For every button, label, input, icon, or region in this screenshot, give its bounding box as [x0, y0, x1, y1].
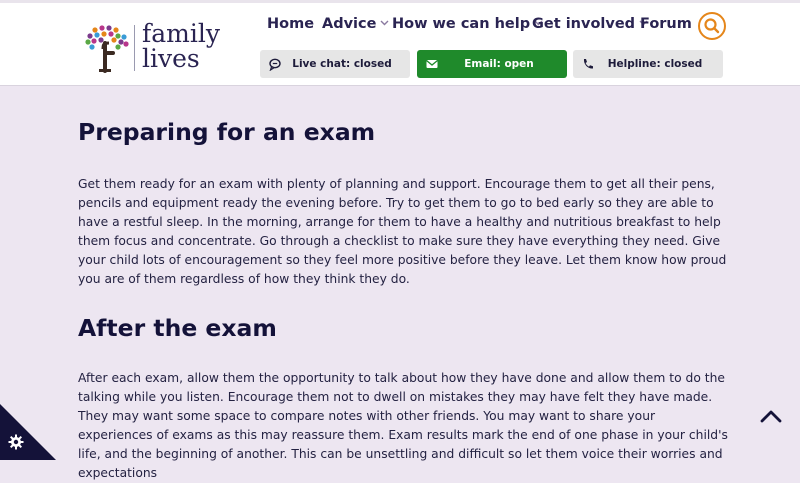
nav-how-we-can-help-label: How we can help — [392, 16, 531, 32]
nav-home[interactable]: Home — [267, 16, 314, 32]
nav-get-involved-label: Get involved — [532, 16, 636, 32]
tree-icon — [85, 25, 129, 73]
section-heading-after: After the exam — [78, 314, 277, 342]
nav-advice-label: Advice — [322, 16, 377, 32]
logo-text-lives: lives — [142, 44, 200, 73]
logo-divider — [134, 25, 135, 71]
family-lives-logo[interactable]: family lives — [82, 21, 232, 77]
live-chat-label: Live chat: closed — [292, 58, 392, 70]
nav-how-we-can-help[interactable]: How we can help — [392, 16, 543, 32]
logo-text-family: family — [142, 19, 220, 48]
gear-icon[interactable] — [8, 434, 24, 450]
phone-icon — [583, 59, 593, 69]
nav-home-label: Home — [267, 16, 315, 32]
cookie-settings-button[interactable] — [0, 404, 56, 460]
section-body-after: After each exam, allow them the opportun… — [78, 371, 728, 480]
nav-advice[interactable]: Advice — [322, 16, 389, 32]
chat-icon — [269, 58, 281, 71]
email-button[interactable]: Email: open — [417, 50, 567, 78]
section-body-preparing: Get them ready for an exam with plenty o… — [78, 177, 727, 286]
chevron-down-icon — [380, 20, 389, 26]
helpline-label: Helpline: closed — [607, 58, 703, 70]
search-icon — [704, 18, 720, 34]
nav-forum[interactable]: Forum — [640, 16, 692, 32]
nav-get-involved[interactable]: Get involved — [532, 16, 648, 32]
site-header: family lives Home Advice How we can help… — [0, 3, 800, 86]
email-label: Email: open — [464, 58, 534, 70]
search-button[interactable] — [698, 12, 726, 40]
live-chat-button[interactable]: Live chat: closed — [260, 50, 410, 78]
section-heading-preparing: Preparing for an exam — [78, 118, 376, 146]
back-to-top-icon[interactable] — [760, 408, 782, 424]
helpline-button[interactable]: Helpline: closed — [573, 50, 723, 78]
nav-forum-label: Forum — [640, 16, 692, 32]
envelope-icon — [426, 59, 438, 68]
